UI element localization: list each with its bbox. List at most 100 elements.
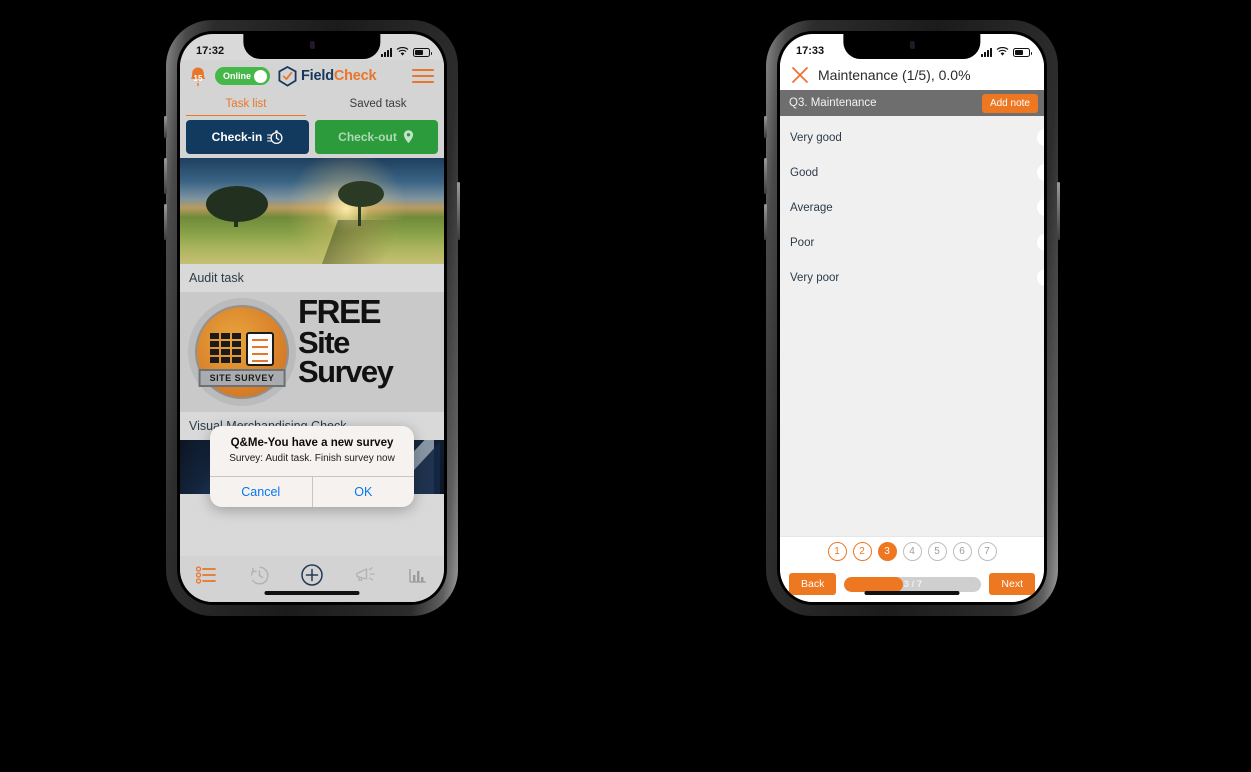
nav-history-clock-icon[interactable] [247, 563, 271, 587]
pager-dot-1[interactable]: 1 [827, 542, 847, 561]
phone1-app-bar: 15 Online FieldCheck [180, 60, 444, 92]
brand-second: Check [333, 68, 377, 84]
online-status-toggle[interactable]: Online [215, 67, 271, 85]
pager-dot-4[interactable]: 4 [902, 542, 922, 561]
notification-count: 15 [193, 73, 203, 83]
check-out-button[interactable]: Check-out [315, 120, 438, 154]
option-radio[interactable] [1037, 199, 1044, 216]
check-action-row: Check-in Check-out [180, 116, 444, 158]
brand-first: Field [301, 68, 334, 84]
option-row[interactable]: Poor [780, 225, 1044, 260]
fieldcheck-shield-icon [278, 65, 297, 87]
back-button[interactable]: Back [789, 573, 837, 595]
option-radio[interactable] [1037, 164, 1044, 181]
new-survey-dialog: Q&Me-You have a new survey Survey: Audit… [210, 426, 414, 507]
progress-text: 3 / 7 [903, 578, 923, 590]
nav-task-list-icon[interactable] [194, 563, 218, 587]
volume-up-button-2[interactable] [764, 158, 767, 194]
task-feed[interactable]: Audit task SITE SURVEY FREE Site Survey … [180, 158, 444, 556]
dialog-overlay: Q&Me-You have a new survey Survey: Audit… [180, 158, 444, 556]
tab-saved-task[interactable]: Saved task [312, 92, 444, 116]
survey-header: Maintenance (1/5), 0.0% [780, 60, 1044, 90]
question-pagination: 1 2 3 4 5 6 7 [780, 536, 1044, 566]
home-indicator-2 [864, 591, 960, 595]
phone1-screen: 17:32 15 Online FieldCheck Task list Sav… [180, 34, 444, 602]
nav-chart-bar-icon[interactable] [406, 563, 430, 587]
notification-bell-icon[interactable]: 15 [188, 66, 208, 87]
front-camera-icon [309, 41, 315, 49]
survey-progress-bar: 3 / 7 [844, 576, 982, 592]
pager-dot-3[interactable]: 3 [877, 542, 897, 561]
check-in-button[interactable]: Check-in [186, 120, 309, 154]
brand-logo: FieldCheck [278, 65, 377, 87]
online-label: Online [223, 71, 252, 81]
dialog-actions: Cancel OK [210, 476, 414, 507]
phone1-body: 17:32 15 Online FieldCheck Task list Sav… [177, 31, 447, 605]
status-time-2: 17:33 [796, 45, 825, 57]
status-time: 17:32 [196, 45, 225, 57]
volume-down-button-2[interactable] [764, 204, 767, 240]
option-row[interactable]: Average [780, 190, 1044, 225]
notch [243, 34, 381, 59]
mute-switch[interactable] [164, 116, 167, 138]
mute-switch-2[interactable] [764, 116, 767, 138]
pager-dot-2[interactable]: 2 [852, 542, 872, 561]
volume-down-button[interactable] [164, 204, 167, 240]
volume-up-button[interactable] [164, 158, 167, 194]
survey-title: Maintenance (1/5), 0.0% [818, 67, 971, 83]
toggle-knob [254, 69, 268, 83]
phone1-tab-bar: Task list Saved task [180, 92, 444, 116]
cellular-signal-icon [381, 47, 392, 57]
dialog-ok-button[interactable]: OK [311, 477, 415, 507]
option-label: Poor [790, 236, 815, 249]
phone-mockup-task-list: 17:32 15 Online FieldCheck Task list Sav… [164, 20, 460, 616]
option-row[interactable]: Very good [780, 120, 1044, 155]
question-label: Q3. Maintenance [789, 97, 877, 109]
close-x-icon [792, 67, 808, 83]
option-label: Very poor [790, 271, 840, 284]
option-label: Good [790, 166, 819, 179]
menu-hamburger-icon[interactable] [412, 68, 434, 84]
dialog-body: Q&Me-You have a new survey Survey: Audit… [210, 426, 414, 476]
battery-icon [413, 47, 432, 57]
power-button-2[interactable] [1057, 182, 1060, 240]
front-camera-icon-2 [909, 41, 915, 49]
battery-icon-2 [1013, 47, 1032, 57]
home-indicator [264, 591, 360, 595]
phone1-bottom-nav [180, 556, 444, 602]
screenshot-canvas: 17:32 15 Online FieldCheck Task list Sav… [0, 0, 1251, 772]
option-radio[interactable] [1037, 269, 1044, 286]
tab-task-list[interactable]: Task list [180, 92, 312, 116]
pager-dot-6[interactable]: 6 [952, 542, 972, 561]
option-radio[interactable] [1037, 129, 1044, 146]
add-note-button[interactable]: Add note [981, 93, 1038, 113]
dialog-cancel-button[interactable]: Cancel [210, 477, 312, 507]
phone-mockup-survey: 17:33 Maintenance (1/5), 0.0% Q3. Mainte… [764, 20, 1060, 616]
nav-add-plus-icon[interactable] [300, 563, 324, 587]
next-button[interactable]: Next [989, 573, 1035, 595]
option-radio[interactable] [1037, 234, 1044, 251]
notch-2 [843, 34, 981, 59]
check-out-label: Check-out [338, 130, 397, 144]
nav-megaphone-icon[interactable] [353, 563, 377, 587]
dialog-title: Q&Me-You have a new survey [230, 437, 394, 449]
status-indicators-2 [981, 47, 1032, 57]
answer-options-list: Very good Good Average Poor Very poor [780, 116, 1044, 536]
stopwatch-icon [267, 130, 283, 145]
location-pin-icon [403, 130, 413, 144]
pager-dot-7[interactable]: 7 [977, 542, 997, 561]
check-in-label: Check-in [211, 130, 263, 144]
option-label: Average [790, 201, 833, 214]
option-label: Very good [790, 131, 842, 144]
option-row[interactable]: Very poor [780, 260, 1044, 295]
pager-dot-5[interactable]: 5 [927, 542, 947, 561]
cellular-signal-icon-2 [981, 47, 992, 57]
survey-footer: Back 3 / 7 Next [780, 566, 1044, 602]
wifi-icon [396, 47, 409, 56]
power-button[interactable] [457, 182, 460, 240]
option-row[interactable]: Good [780, 155, 1044, 190]
question-bar: Q3. Maintenance Add note [780, 90, 1044, 116]
phone2-body: 17:33 Maintenance (1/5), 0.0% Q3. Mainte… [777, 31, 1047, 605]
phone2-screen: 17:33 Maintenance (1/5), 0.0% Q3. Mainte… [780, 34, 1044, 602]
brand-text: FieldCheck [301, 68, 377, 84]
